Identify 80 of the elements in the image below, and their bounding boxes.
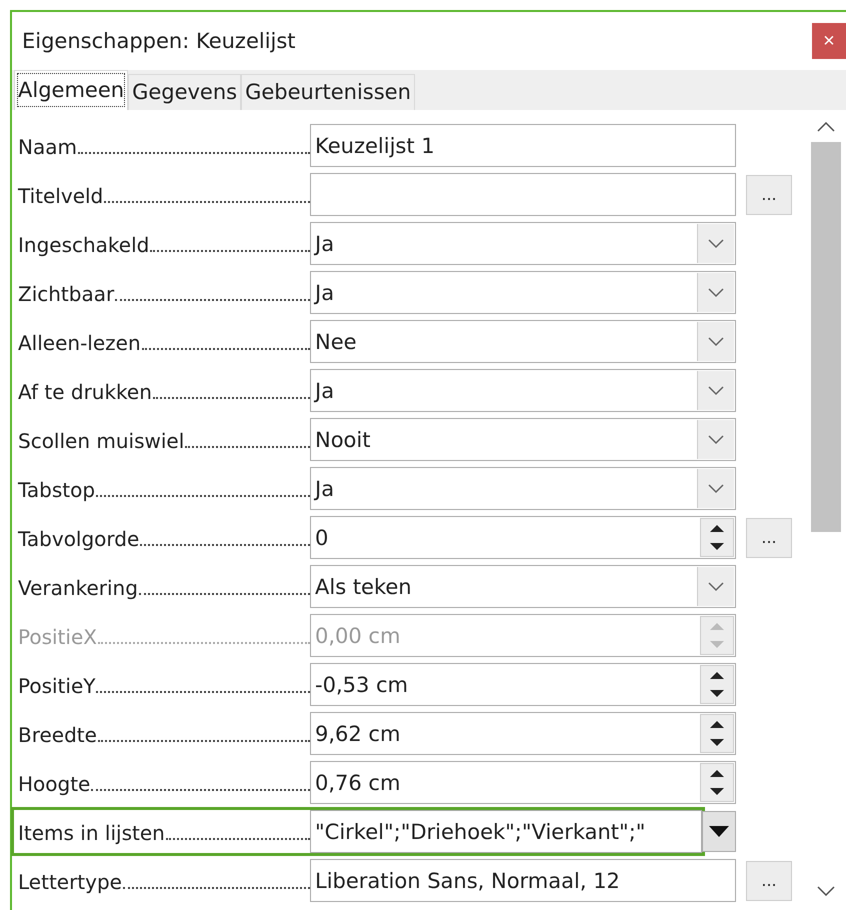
field-value: 9,62 cm bbox=[314, 722, 402, 746]
spin-button[interactable] bbox=[700, 763, 734, 802]
field-value: Ja bbox=[312, 378, 336, 402]
dropdown-field[interactable]: Ja bbox=[310, 467, 736, 510]
field-value: Ja bbox=[312, 476, 336, 500]
text-field[interactable]: Liberation Sans, Normaal, 12 bbox=[310, 859, 736, 902]
field-value: Ja bbox=[312, 280, 336, 304]
close-button[interactable]: × bbox=[812, 23, 846, 59]
chevron-down-icon bbox=[708, 484, 724, 494]
field-value: Nee bbox=[314, 330, 358, 354]
spin-field[interactable]: 0 bbox=[310, 516, 736, 559]
arrow-up-icon bbox=[709, 768, 725, 778]
property-label: Scollen muiswiel bbox=[18, 429, 184, 453]
field-value: Ja bbox=[312, 232, 336, 256]
tab[interactable]: Gebeurtenissen bbox=[241, 74, 415, 110]
tab[interactable]: Algemeen bbox=[14, 70, 128, 110]
triangle-down-icon bbox=[709, 826, 729, 837]
tab[interactable]: Gegevens bbox=[128, 74, 242, 110]
chevron-down-icon bbox=[708, 336, 724, 346]
arrow-up-icon bbox=[709, 524, 725, 533]
property-label: Tabstop bbox=[18, 478, 96, 502]
spin-button[interactable] bbox=[700, 518, 734, 557]
text-field[interactable]: Keuzelijst 1 bbox=[310, 124, 736, 167]
dropdown-button[interactable] bbox=[702, 811, 736, 852]
arrow-down-icon bbox=[709, 738, 725, 748]
arrow-up-icon bbox=[709, 670, 725, 680]
field-value: Liberation Sans, Normaal, 12 bbox=[314, 868, 621, 892]
dropdown-field[interactable]: Ja bbox=[310, 369, 736, 412]
chevron-down-icon[interactable] bbox=[817, 886, 835, 896]
property-label: Titelveld bbox=[18, 184, 104, 208]
property-label: Alleen-lezen bbox=[18, 331, 141, 355]
browse-button[interactable]: ... bbox=[746, 518, 792, 558]
arrow-down-icon bbox=[709, 787, 725, 796]
field-value: Als teken bbox=[314, 574, 413, 598]
property-label: Naam bbox=[18, 135, 77, 159]
spin-button[interactable] bbox=[700, 665, 734, 704]
property-label: Hoogte bbox=[18, 772, 90, 796]
dropdown-field[interactable]: Ja bbox=[310, 271, 736, 314]
spin-field[interactable]: -0,53 cm bbox=[310, 663, 736, 706]
chevron-down-icon bbox=[708, 386, 724, 396]
browse-button[interactable]: ... bbox=[746, 174, 792, 214]
property-label: Zichtbaar bbox=[18, 282, 114, 306]
dropdown-field[interactable]: Nooit bbox=[310, 418, 736, 461]
field-value: "Cirkel";"Driehoek";"Vierkant";" bbox=[314, 820, 646, 844]
field-value: -0,53 cm bbox=[314, 672, 410, 696]
property-label: Items in lijsten bbox=[18, 821, 165, 845]
dropdown-field[interactable]: Als teken bbox=[310, 565, 736, 608]
window-title: Eigenschappen: Keuzelijst bbox=[21, 29, 296, 53]
property-label: Tabvolgorde bbox=[18, 527, 140, 551]
scrollbar-thumb[interactable] bbox=[811, 142, 841, 532]
field-value: 0,76 cm bbox=[314, 770, 402, 794]
chevron-up-icon[interactable] bbox=[817, 122, 835, 132]
dropdown-field[interactable]: Ja bbox=[310, 222, 736, 265]
chevron-down-icon bbox=[708, 434, 724, 444]
property-label: Af te drukken bbox=[18, 380, 152, 404]
spin-button[interactable] bbox=[700, 714, 734, 753]
property-label: Breedte bbox=[18, 723, 97, 747]
browse-button[interactable]: ... bbox=[746, 860, 792, 900]
arrow-down-icon bbox=[709, 542, 725, 552]
property-label: PositieX bbox=[18, 625, 97, 649]
spin-field[interactable]: 0,76 cm bbox=[310, 761, 736, 804]
spin-field[interactable]: 9,62 cm bbox=[310, 712, 736, 755]
arrow-up-icon bbox=[709, 720, 725, 729]
chevron-down-icon bbox=[708, 582, 724, 592]
field-value: Keuzelijst 1 bbox=[314, 134, 436, 158]
property-label: Lettertype bbox=[18, 870, 122, 894]
property-label: Ingeschakeld bbox=[18, 233, 150, 257]
arrow-down-icon bbox=[709, 640, 725, 650]
arrow-down-icon bbox=[709, 689, 725, 698]
chevron-down-icon bbox=[708, 238, 724, 248]
list-items-field[interactable]: "Cirkel";"Driehoek";"Vierkant";" bbox=[310, 810, 702, 853]
text-field[interactable] bbox=[310, 173, 736, 216]
dropdown-field[interactable]: Nee bbox=[310, 320, 736, 363]
chevron-down-icon bbox=[708, 288, 724, 298]
field-value: 0 bbox=[314, 526, 330, 550]
field-value: 0,00 cm bbox=[314, 624, 402, 648]
property-label: Verankering bbox=[18, 576, 138, 600]
field-value: Nooit bbox=[314, 428, 372, 452]
arrow-up-icon bbox=[709, 622, 725, 631]
property-label: PositieY bbox=[18, 674, 96, 698]
